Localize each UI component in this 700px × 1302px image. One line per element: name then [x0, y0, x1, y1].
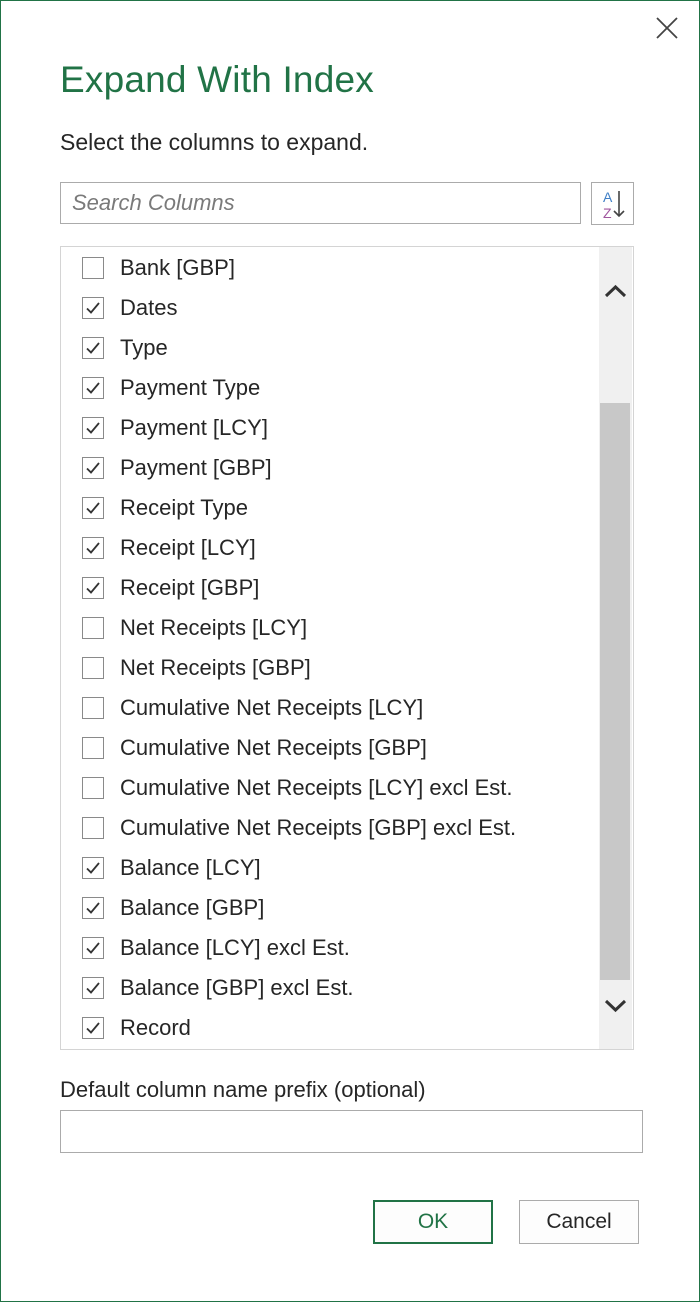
- column-label: Balance [GBP]: [120, 895, 265, 920]
- column-checkbox[interactable]: [82, 377, 104, 399]
- column-checkbox[interactable]: [82, 497, 104, 519]
- svg-text:Z: Z: [603, 205, 612, 221]
- column-item[interactable]: Net Receipts [LCY]: [61, 609, 597, 649]
- column-label: Dates: [120, 295, 178, 320]
- column-label: Cumulative Net Receipts [LCY]: [120, 695, 424, 720]
- column-checkbox[interactable]: [82, 697, 104, 719]
- column-item[interactable]: Bank [GBP]: [61, 249, 597, 289]
- column-checkbox[interactable]: [82, 777, 104, 799]
- column-item[interactable]: Type: [61, 329, 597, 369]
- column-label: Cumulative Net Receipts [LCY] excl Est.: [120, 775, 513, 800]
- prefix-label: Default column name prefix (optional): [60, 1077, 426, 1102]
- checkmark-icon: [86, 502, 100, 514]
- chevron-up-icon: [604, 284, 627, 298]
- column-item[interactable]: Receipt [GBP]: [61, 569, 597, 609]
- column-label: Receipt [GBP]: [120, 575, 260, 600]
- checkmark-icon: [86, 862, 100, 874]
- scrollbar-thumb[interactable]: [600, 403, 630, 980]
- column-item[interactable]: Payment [LCY]: [61, 409, 597, 449]
- checkmark-icon: [86, 982, 100, 994]
- column-label: Balance [GBP] excl Est.: [120, 975, 354, 1000]
- column-label: Receipt [LCY]: [120, 535, 256, 560]
- column-checkbox[interactable]: [82, 577, 104, 599]
- expand-with-index-dialog: Expand With Index Select the columns to …: [0, 0, 700, 1302]
- column-item[interactable]: Receipt Type: [61, 489, 597, 529]
- column-label: Record: [120, 1015, 191, 1040]
- vertical-scrollbar[interactable]: [599, 247, 632, 1049]
- checkmark-icon: [86, 942, 100, 954]
- column-label: Net Receipts [GBP]: [120, 655, 311, 680]
- column-item[interactable]: Net Receipts [GBP]: [61, 649, 597, 689]
- column-checkbox[interactable]: [82, 817, 104, 839]
- column-item[interactable]: Balance [LCY]: [61, 849, 597, 889]
- cancel-button[interactable]: Cancel: [519, 1200, 639, 1244]
- columns-list: Bank [GBP] Dates Type Payment Type Payment […: [60, 246, 634, 1050]
- checkmark-icon: [86, 902, 100, 914]
- column-label: Receipt Type: [120, 495, 249, 520]
- column-label: Bank [GBP]: [120, 255, 235, 280]
- checkmark-icon: [86, 542, 100, 554]
- column-checkbox[interactable]: [82, 617, 104, 639]
- prefix-field: [60, 1110, 643, 1153]
- scroll-up-button[interactable]: [599, 271, 632, 311]
- column-label: Cumulative Net Receipts [GBP]: [120, 735, 427, 760]
- column-checkbox[interactable]: [82, 937, 104, 959]
- column-label: Cumulative Net Receipts [GBP] excl Est.: [120, 815, 517, 840]
- checkmark-icon: [86, 302, 100, 314]
- column-item[interactable]: Balance [LCY] excl Est.: [61, 929, 597, 969]
- column-checkbox[interactable]: [82, 457, 104, 479]
- ok-button[interactable]: OK: [373, 1200, 493, 1244]
- checkmark-icon: [86, 382, 100, 394]
- column-item[interactable]: Cumulative Net Receipts [LCY]: [61, 689, 597, 729]
- column-checkbox[interactable]: [82, 977, 104, 999]
- search-columns-input[interactable]: [61, 183, 580, 223]
- close-icon: [656, 17, 678, 39]
- column-item[interactable]: Cumulative Net Receipts [LCY] excl Est.: [61, 769, 597, 809]
- checkmark-icon: [86, 422, 100, 434]
- close-button[interactable]: [653, 14, 681, 42]
- column-item[interactable]: Receipt [LCY]: [61, 529, 597, 569]
- checkmark-icon: [86, 582, 100, 594]
- column-label: Payment Type: [120, 375, 261, 400]
- column-label: Net Receipts [LCY]: [120, 615, 308, 640]
- chevron-down-icon: [604, 999, 627, 1013]
- column-checkbox[interactable]: [82, 1017, 104, 1039]
- column-label: Balance [LCY] excl Est.: [120, 935, 350, 960]
- column-checkbox[interactable]: [82, 737, 104, 759]
- scroll-down-button[interactable]: [599, 985, 632, 1025]
- column-item[interactable]: Balance [GBP] excl Est.: [61, 969, 597, 1009]
- column-checkbox[interactable]: [82, 897, 104, 919]
- svg-text:A: A: [603, 189, 613, 205]
- column-label: Type: [120, 335, 168, 360]
- column-label: Balance [LCY]: [120, 855, 261, 880]
- column-checkbox[interactable]: [82, 537, 104, 559]
- prefix-input[interactable]: [61, 1111, 642, 1152]
- sort-az-icon: A Z: [603, 189, 625, 221]
- checkmark-icon: [86, 342, 100, 354]
- sort-az-button[interactable]: A Z: [591, 182, 634, 225]
- column-item[interactable]: Cumulative Net Receipts [GBP]: [61, 729, 597, 769]
- dialog-subtitle: Select the columns to expand.: [60, 129, 369, 155]
- column-checkbox[interactable]: [82, 657, 104, 679]
- column-item[interactable]: Payment [GBP]: [61, 449, 597, 489]
- column-item[interactable]: Payment Type: [61, 369, 597, 409]
- column-checkbox[interactable]: [82, 857, 104, 879]
- column-item[interactable]: Record: [61, 1009, 597, 1049]
- column-item[interactable]: Cumulative Net Receipts [GBP] excl Est.: [61, 809, 597, 849]
- column-checkbox[interactable]: [82, 297, 104, 319]
- column-checkbox[interactable]: [82, 337, 104, 359]
- column-item[interactable]: Dates: [61, 289, 597, 329]
- column-label: Payment [GBP]: [120, 455, 272, 480]
- checkmark-icon: [86, 1022, 100, 1034]
- column-item[interactable]: Balance [GBP]: [61, 889, 597, 929]
- column-checkbox[interactable]: [82, 417, 104, 439]
- column-checkbox[interactable]: [82, 257, 104, 279]
- dialog-title: Expand With Index: [60, 59, 374, 100]
- search-box: [60, 182, 581, 224]
- column-label: Payment [LCY]: [120, 415, 268, 440]
- checkmark-icon: [86, 462, 100, 474]
